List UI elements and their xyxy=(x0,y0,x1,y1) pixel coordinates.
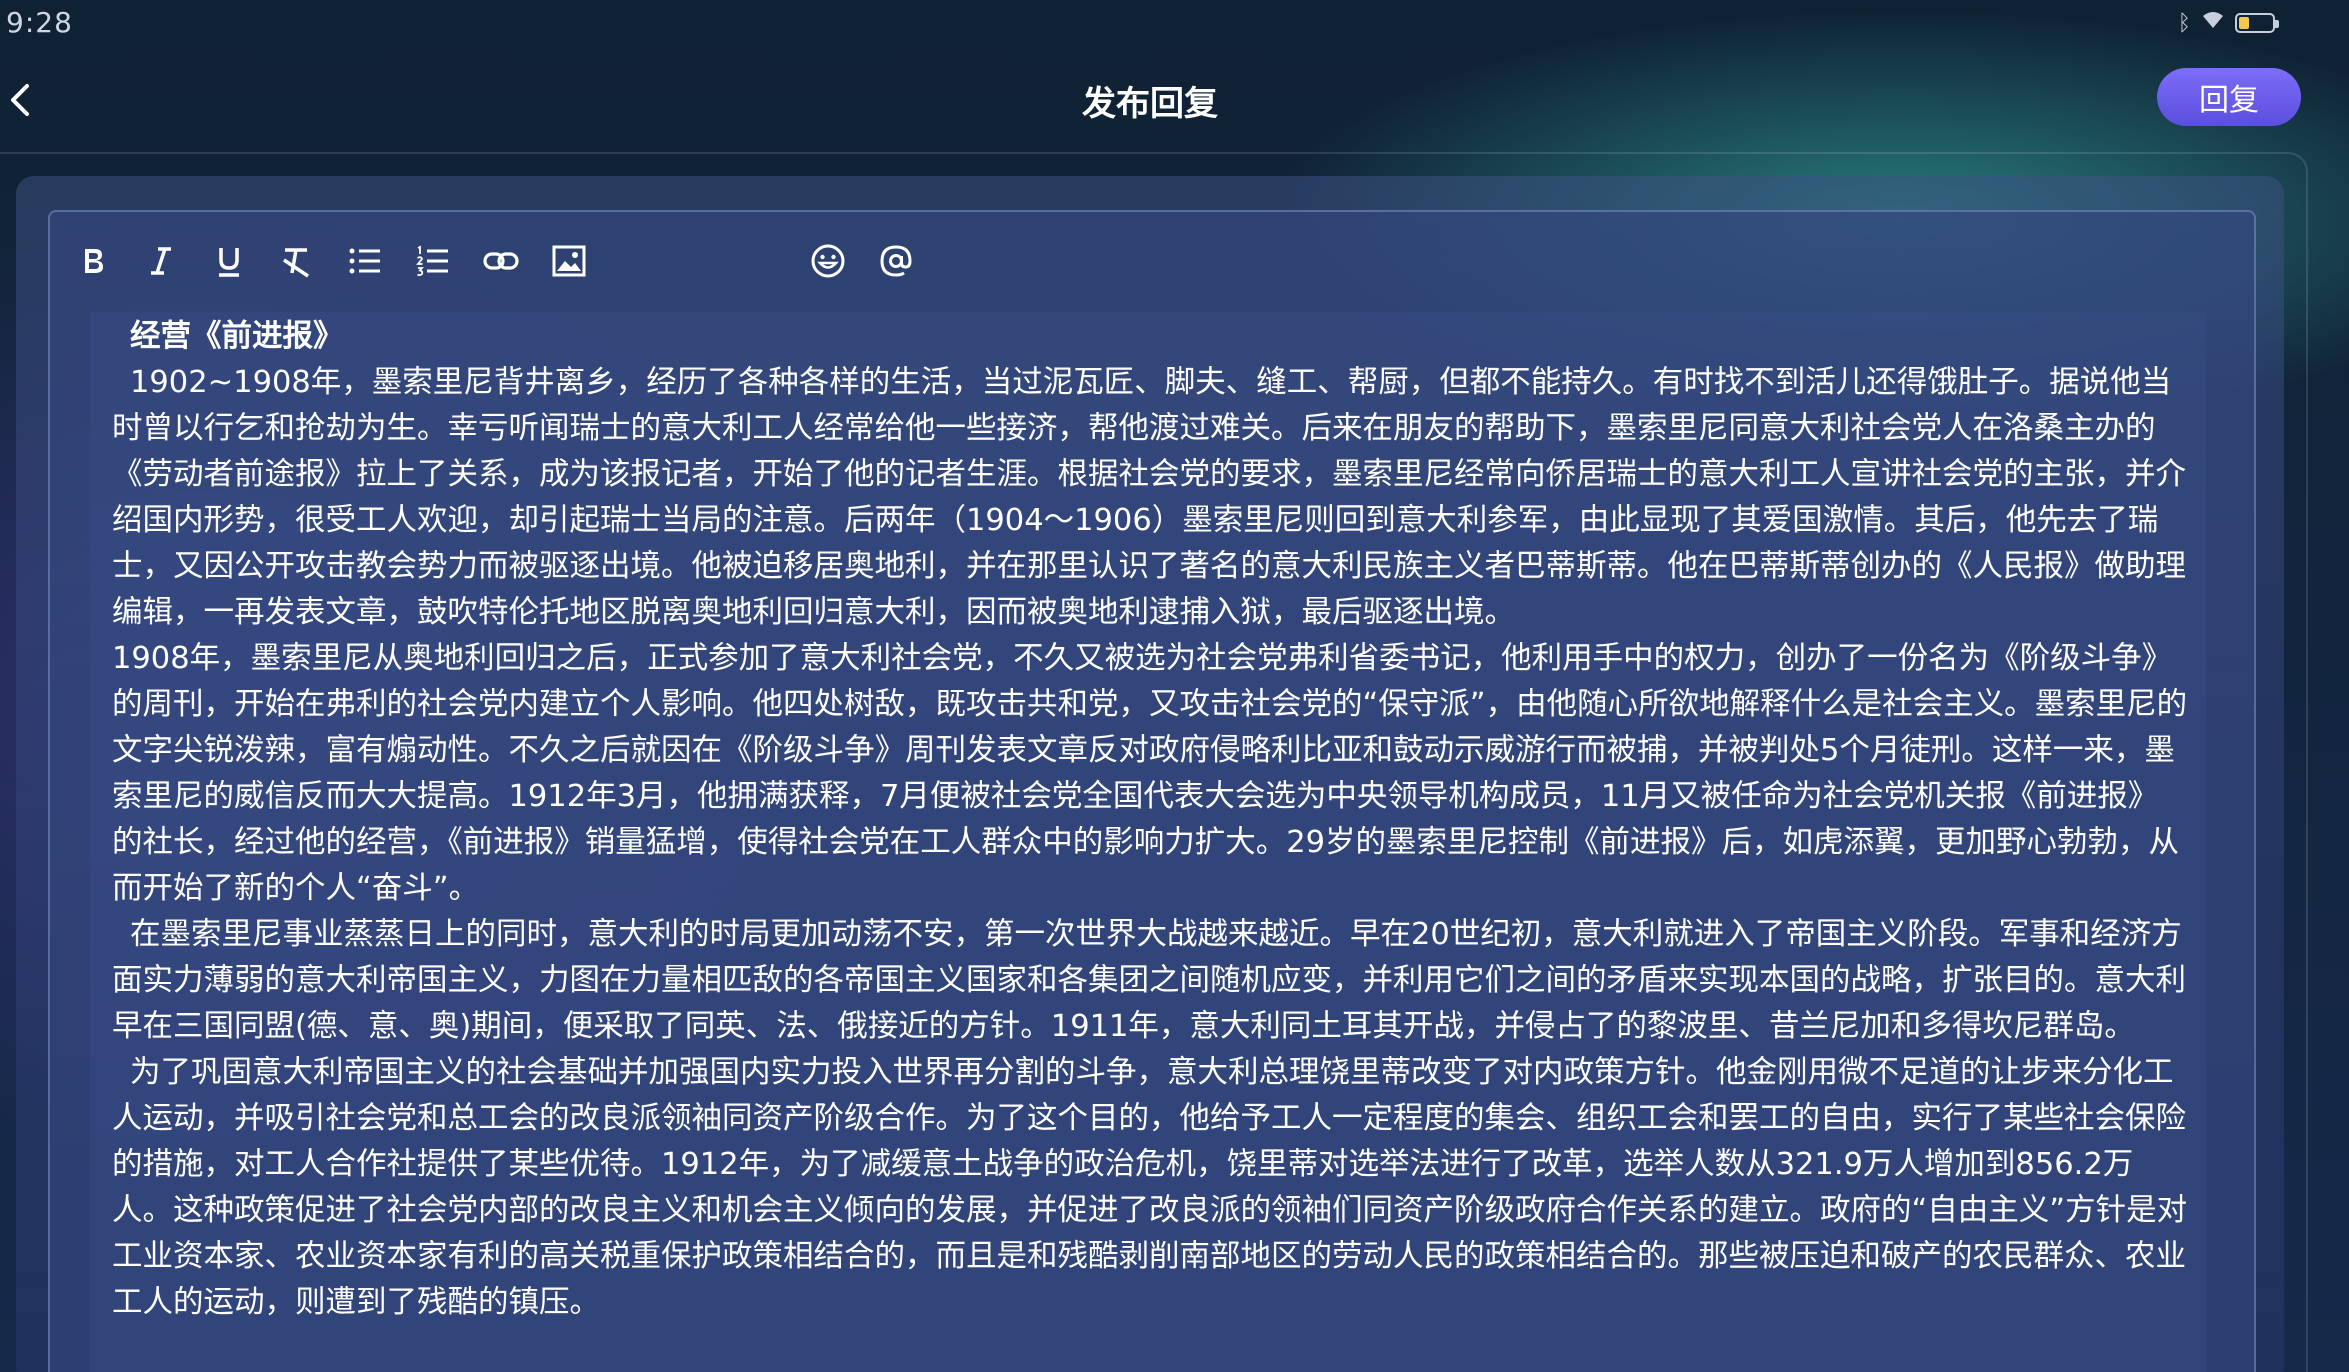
clear-format-icon xyxy=(283,248,309,278)
numbered-list-button[interactable] xyxy=(408,236,458,286)
emoji-button[interactable] xyxy=(803,236,853,286)
page-title: 发布回复 xyxy=(1082,84,1218,124)
content-paragraph: 1902~1908年，墨索里尼背井离乡，经历了各种各样的生活，当过泥瓦匠、脚夫、… xyxy=(112,365,2186,630)
wifi-icon xyxy=(2201,10,2225,36)
content-heading: 经营《前进报》 xyxy=(130,319,344,354)
bullet-list-icon xyxy=(349,248,380,274)
link-button[interactable] xyxy=(476,236,526,286)
status-icons: ᛒ xyxy=(2177,10,2279,36)
status-bar: 9:28 ᛒ xyxy=(0,0,2349,48)
underline-button[interactable] xyxy=(204,236,254,286)
image-icon xyxy=(552,245,586,277)
content-paragraph: 1908年，墨索里尼从奥地利回归之后，正式参加了意大利社会党，不久又被选为社会党… xyxy=(112,641,2188,906)
italic-icon xyxy=(151,247,171,275)
bold-icon xyxy=(85,249,103,273)
content-paragraph: 为了巩固意大利帝国主义的社会基础并加强国内实力投入世界再分割的斗争，意大利总理饶… xyxy=(112,1055,2188,1320)
underline-icon xyxy=(219,248,239,277)
mention-button[interactable] xyxy=(871,236,921,286)
header: 发布回复 回复 xyxy=(0,50,2349,150)
link-icon xyxy=(483,252,519,270)
editor-toolbar xyxy=(68,236,968,286)
bluetooth-icon: ᛒ xyxy=(2177,10,2191,36)
italic-button[interactable] xyxy=(136,236,186,286)
reply-button[interactable]: 回复 xyxy=(2157,68,2301,126)
clear-format-button[interactable] xyxy=(272,236,322,286)
status-time: 9:28 xyxy=(6,6,73,39)
image-button[interactable] xyxy=(544,236,594,286)
battery-icon xyxy=(2235,13,2279,33)
bold-button[interactable] xyxy=(68,236,118,286)
bullet-list-button[interactable] xyxy=(340,236,390,286)
numbered-list-icon xyxy=(416,245,448,277)
mention-icon xyxy=(880,245,912,277)
emoji-icon xyxy=(811,244,845,278)
editor-content[interactable]: 经营《前进报》 1902~1908年，墨索里尼背井离乡，经历了各种各样的生活，当… xyxy=(112,314,2188,1372)
content-paragraph: 在墨索里尼事业蒸蒸日上的同时，意大利的时局更加动荡不安，第一次世界大战越来越近。… xyxy=(112,917,2186,1044)
